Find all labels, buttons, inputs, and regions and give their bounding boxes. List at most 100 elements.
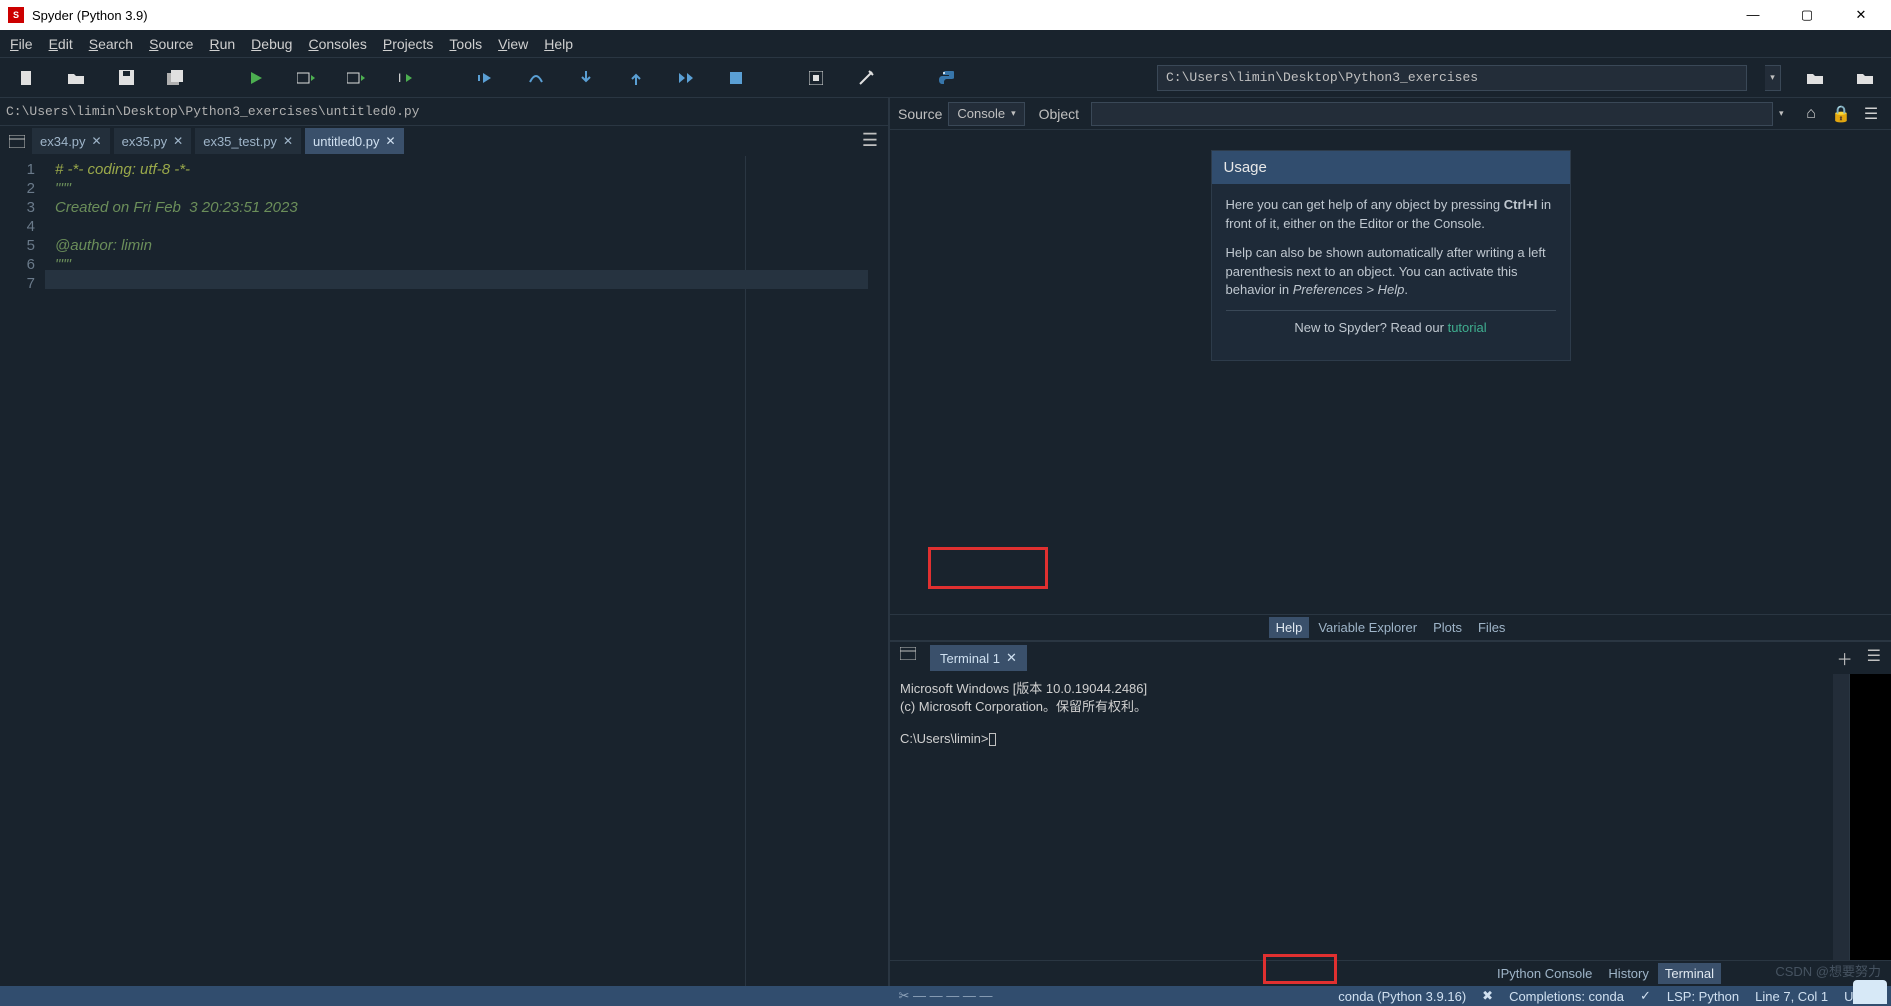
editor-tab[interactable]: ex35_test.py✕: [195, 128, 301, 154]
pane-tab-terminal[interactable]: Terminal: [1658, 963, 1721, 984]
working-dir-dropdown[interactable]: ▾: [1765, 65, 1781, 91]
code-area[interactable]: # -*- coding: utf-8 -*-"""Created on Fri…: [45, 156, 888, 986]
usage-title: Usage: [1212, 151, 1570, 184]
usage-p1: Here you can get help of any object by p…: [1226, 196, 1556, 234]
usage-tutorial: New to Spyder? Read our tutorial: [1226, 319, 1556, 338]
tutorial-link[interactable]: tutorial: [1448, 320, 1487, 335]
main-toolbar: I C:\Users\limin\Desktop\Python3_exercis…: [0, 58, 1891, 98]
pane-tab-variable-explorer[interactable]: Variable Explorer: [1311, 617, 1424, 638]
menu-file[interactable]: File: [2, 32, 41, 56]
open-folder-icon[interactable]: [60, 64, 92, 92]
debug-step-icon[interactable]: [520, 64, 552, 92]
menu-run[interactable]: Run: [201, 32, 243, 56]
terminal-browse-icon[interactable]: [900, 647, 922, 669]
editor-breadcrumb: C:\Users\limin\Desktop\Python3_exercises…: [0, 98, 888, 126]
menu-bar: FileEditSearchSourceRunDebugConsolesProj…: [0, 30, 1891, 58]
status-completions[interactable]: Completions: conda: [1509, 989, 1624, 1004]
editor-options-icon[interactable]: ☰: [862, 130, 878, 151]
status-lsp[interactable]: LSP: Python: [1667, 989, 1739, 1004]
stop-debug-icon[interactable]: [720, 64, 752, 92]
source-label: Source: [898, 106, 942, 122]
editor-tab[interactable]: untitled0.py✕: [305, 128, 404, 154]
run-cell-advance-icon[interactable]: [340, 64, 372, 92]
pane-tab-ipython-console[interactable]: IPython Console: [1490, 963, 1599, 984]
svg-text:I: I: [398, 71, 401, 85]
run-cell-icon[interactable]: [290, 64, 322, 92]
terminal-tab-row: Terminal 1✕ ＋ ☰: [890, 642, 1891, 674]
save-all-icon[interactable]: [160, 64, 192, 92]
editor-tab[interactable]: ex34.py✕: [32, 128, 110, 154]
line-number-gutter: 1234567: [0, 156, 45, 986]
home-icon[interactable]: ⌂: [1799, 102, 1823, 126]
browse-dir-icon[interactable]: [1799, 64, 1831, 92]
preferences-icon[interactable]: [850, 64, 882, 92]
save-icon[interactable]: [110, 64, 142, 92]
right-pane: Source Console▾ Object ▾ ⌂ 🔒 ☰ Usage Her…: [890, 98, 1891, 986]
status-bar: ✂ — — — — — conda (Python 3.9.16) ✖ Comp…: [0, 986, 1891, 1006]
usage-card: Usage Here you can get help of any objec…: [1211, 150, 1571, 361]
editor-tab[interactable]: ex35.py✕: [114, 128, 192, 154]
window-title: Spyder (Python 3.9): [32, 8, 1741, 23]
terminal-line: Microsoft Windows [版本 10.0.19044.2486]: [900, 680, 1823, 698]
editor-pane: C:\Users\limin\Desktop\Python3_exercises…: [0, 98, 890, 986]
step-into-icon[interactable]: [570, 64, 602, 92]
menu-edit[interactable]: Edit: [41, 32, 81, 56]
run-icon[interactable]: [240, 64, 272, 92]
run-selection-icon[interactable]: I: [390, 64, 422, 92]
pane-tab-history[interactable]: History: [1601, 963, 1655, 984]
terminal-pane: Terminal 1✕ ＋ ☰ Microsoft Windows [版本 10…: [890, 640, 1891, 986]
chat-bubble-icon[interactable]: [1853, 980, 1887, 1004]
working-dir-input[interactable]: C:\Users\limin\Desktop\Python3_exercises: [1157, 65, 1747, 91]
editor-tab-row: ex34.py✕ex35.py✕ex35_test.py✕untitled0.p…: [0, 126, 888, 156]
terminal-tab[interactable]: Terminal 1✕: [930, 645, 1027, 671]
step-out-icon[interactable]: [620, 64, 652, 92]
pane-tab-help[interactable]: Help: [1269, 617, 1310, 638]
new-file-icon[interactable]: [10, 64, 42, 92]
maximize-button[interactable]: ▢: [1795, 7, 1819, 23]
add-terminal-icon[interactable]: ＋: [1837, 646, 1853, 670]
continue-icon[interactable]: [670, 64, 702, 92]
python-path-icon[interactable]: [930, 64, 962, 92]
status-position[interactable]: Line 7, Col 1: [1755, 989, 1828, 1004]
close-icon[interactable]: ✕: [386, 134, 396, 148]
menu-help[interactable]: Help: [536, 32, 581, 56]
terminal-prompt: C:\Users\limin>: [900, 730, 1823, 748]
menu-source[interactable]: Source: [141, 32, 201, 56]
watermark: CSDN @想要努力: [1775, 961, 1881, 980]
help-toolbar: Source Console▾ Object ▾ ⌂ 🔒 ☰: [890, 98, 1891, 130]
source-combo[interactable]: Console▾: [948, 102, 1024, 126]
menu-consoles[interactable]: Consoles: [300, 32, 374, 56]
main-area: C:\Users\limin\Desktop\Python3_exercises…: [0, 98, 1891, 986]
minimize-button[interactable]: —: [1741, 7, 1765, 23]
object-input[interactable]: [1091, 102, 1773, 126]
close-icon[interactable]: ✕: [173, 134, 183, 148]
menu-search[interactable]: Search: [81, 32, 141, 56]
tab-browse-icon[interactable]: [6, 130, 28, 152]
terminal-line: (c) Microsoft Corporation。保留所有权利。: [900, 698, 1823, 716]
pane-tab-plots[interactable]: Plots: [1426, 617, 1469, 638]
pane-tab-files[interactable]: Files: [1471, 617, 1512, 638]
menu-view[interactable]: View: [490, 32, 536, 56]
menu-tools[interactable]: Tools: [441, 32, 490, 56]
object-label: Object: [1039, 106, 1079, 122]
spyder-app-icon: S: [8, 7, 24, 23]
status-conda[interactable]: conda (Python 3.9.16): [1338, 989, 1466, 1004]
terminal-output[interactable]: Microsoft Windows [版本 10.0.19044.2486] (…: [890, 674, 1833, 960]
code-editor[interactable]: 1234567 # -*- coding: utf-8 -*-"""Create…: [0, 156, 888, 986]
terminal-side-area: [1849, 674, 1891, 960]
terminal-scrollbar[interactable]: [1833, 674, 1849, 960]
terminal-options-icon[interactable]: ☰: [1867, 646, 1881, 670]
status-cut-indicator: ✂ — — — — —: [899, 988, 993, 1004]
maximize-pane-icon[interactable]: [800, 64, 832, 92]
help-options-icon[interactable]: ☰: [1859, 102, 1883, 126]
lock-icon[interactable]: 🔒: [1829, 102, 1853, 126]
parent-dir-icon[interactable]: [1849, 64, 1881, 92]
menu-debug[interactable]: Debug: [243, 32, 300, 56]
help-pane-tabs: HelpVariable ExplorerPlotsFiles: [890, 614, 1891, 640]
close-icon[interactable]: ✕: [1006, 650, 1017, 666]
close-icon[interactable]: ✕: [92, 134, 102, 148]
menu-projects[interactable]: Projects: [375, 32, 442, 56]
close-icon[interactable]: ✕: [283, 134, 293, 148]
debug-icon[interactable]: [470, 64, 502, 92]
close-button[interactable]: ✕: [1849, 7, 1873, 23]
